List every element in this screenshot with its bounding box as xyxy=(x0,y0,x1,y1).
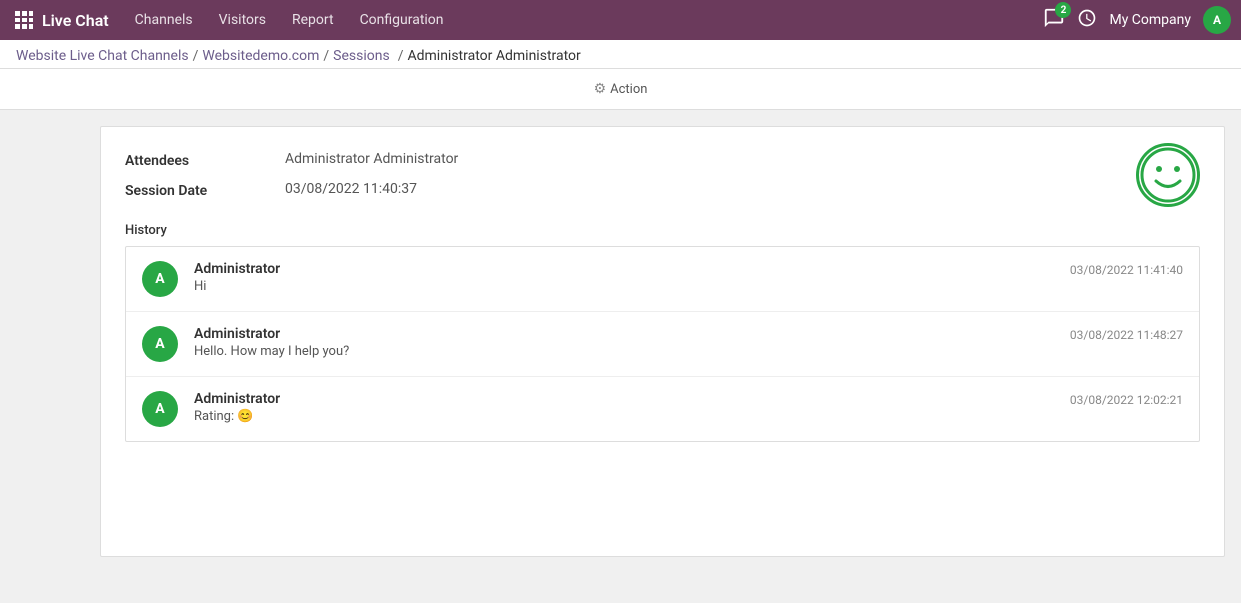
form-section: Attendees Administrator Administrator Se… xyxy=(125,151,1200,199)
history-name: Administrator xyxy=(194,261,1054,277)
action-bar: ⚙ Action xyxy=(0,69,1241,110)
session-date-value: 03/08/2022 11:40:37 xyxy=(285,181,417,197)
breadcrumb-sep-1: / xyxy=(193,48,199,64)
avatar: A xyxy=(142,261,178,297)
avatar: A xyxy=(142,391,178,427)
clock-icon[interactable] xyxy=(1077,8,1097,32)
history-body: Administrator Hello. How may I help you? xyxy=(194,326,1054,359)
history-message: Hello. How may I help you? xyxy=(194,344,1054,359)
breadcrumb-item-channels[interactable]: Website Live Chat Channels xyxy=(16,48,189,64)
history-timestamp: 03/08/2022 12:02:21 xyxy=(1070,391,1183,407)
history-section: History A Administrator Hi 03/08/2022 11… xyxy=(125,223,1200,442)
history-name: Administrator xyxy=(194,391,1054,407)
history-message: Hi xyxy=(194,279,1054,294)
sidebar-left xyxy=(0,110,100,573)
chat-notifications-icon[interactable]: 2 xyxy=(1043,7,1065,33)
history-label: History xyxy=(125,223,1200,238)
user-avatar[interactable]: A xyxy=(1203,6,1231,34)
action-button[interactable]: ⚙ Action xyxy=(586,77,656,101)
session-date-row: Session Date 03/08/2022 11:40:37 xyxy=(125,181,1200,199)
action-label: Action xyxy=(610,82,647,97)
nav-visitors[interactable]: Visitors xyxy=(207,6,278,34)
nav-configuration[interactable]: Configuration xyxy=(348,6,456,34)
history-name: Administrator xyxy=(194,326,1054,342)
avatar: A xyxy=(142,326,178,362)
app-title: Live Chat xyxy=(42,11,109,30)
history-message: Rating: 😊 xyxy=(194,409,1054,424)
history-body: Administrator Hi xyxy=(194,261,1054,294)
breadcrumb-current: Administrator Administrator xyxy=(407,48,580,64)
topbar: Live Chat Channels Visitors Report Confi… xyxy=(0,0,1241,40)
history-timestamp: 03/08/2022 11:41:40 xyxy=(1070,261,1183,277)
main-content: Attendees Administrator Administrator Se… xyxy=(0,110,1241,573)
topbar-nav: Channels Visitors Report Configuration xyxy=(123,6,1040,34)
attendees-label: Attendees xyxy=(125,151,285,169)
history-table: A Administrator Hi 03/08/2022 11:41:40 A… xyxy=(125,246,1200,442)
gear-icon: ⚙ xyxy=(594,81,607,97)
history-row: A Administrator Rating: 😊 03/08/2022 12:… xyxy=(126,377,1199,441)
breadcrumb-item-website[interactable]: Websitedemo.com xyxy=(202,48,319,64)
session-date-label: Session Date xyxy=(125,181,285,199)
nav-channels[interactable]: Channels xyxy=(123,6,205,34)
history-body: Administrator Rating: 😊 xyxy=(194,391,1054,424)
history-row: A Administrator Hello. How may I help yo… xyxy=(126,312,1199,377)
smiley-face-icon xyxy=(1136,143,1200,207)
breadcrumb-area: Website Live Chat Channels / Websitedemo… xyxy=(0,40,1241,69)
breadcrumb-sep-3: / xyxy=(398,48,404,64)
history-timestamp: 03/08/2022 11:48:27 xyxy=(1070,326,1183,342)
attendees-row: Attendees Administrator Administrator xyxy=(125,151,1200,169)
chat-badge: 2 xyxy=(1055,2,1071,18)
topbar-right: 2 My Company A xyxy=(1043,6,1231,34)
history-row: A Administrator Hi 03/08/2022 11:41:40 xyxy=(126,247,1199,312)
breadcrumb-item-sessions[interactable]: Sessions xyxy=(333,48,390,64)
company-name[interactable]: My Company xyxy=(1109,12,1191,28)
content-area: Attendees Administrator Administrator Se… xyxy=(100,126,1225,557)
attendees-value: Administrator Administrator xyxy=(285,151,458,167)
grid-menu-icon[interactable] xyxy=(10,6,38,34)
breadcrumb: Website Live Chat Channels / Websitedemo… xyxy=(16,48,1225,64)
breadcrumb-sep-2: / xyxy=(323,48,329,64)
nav-report[interactable]: Report xyxy=(280,6,346,34)
